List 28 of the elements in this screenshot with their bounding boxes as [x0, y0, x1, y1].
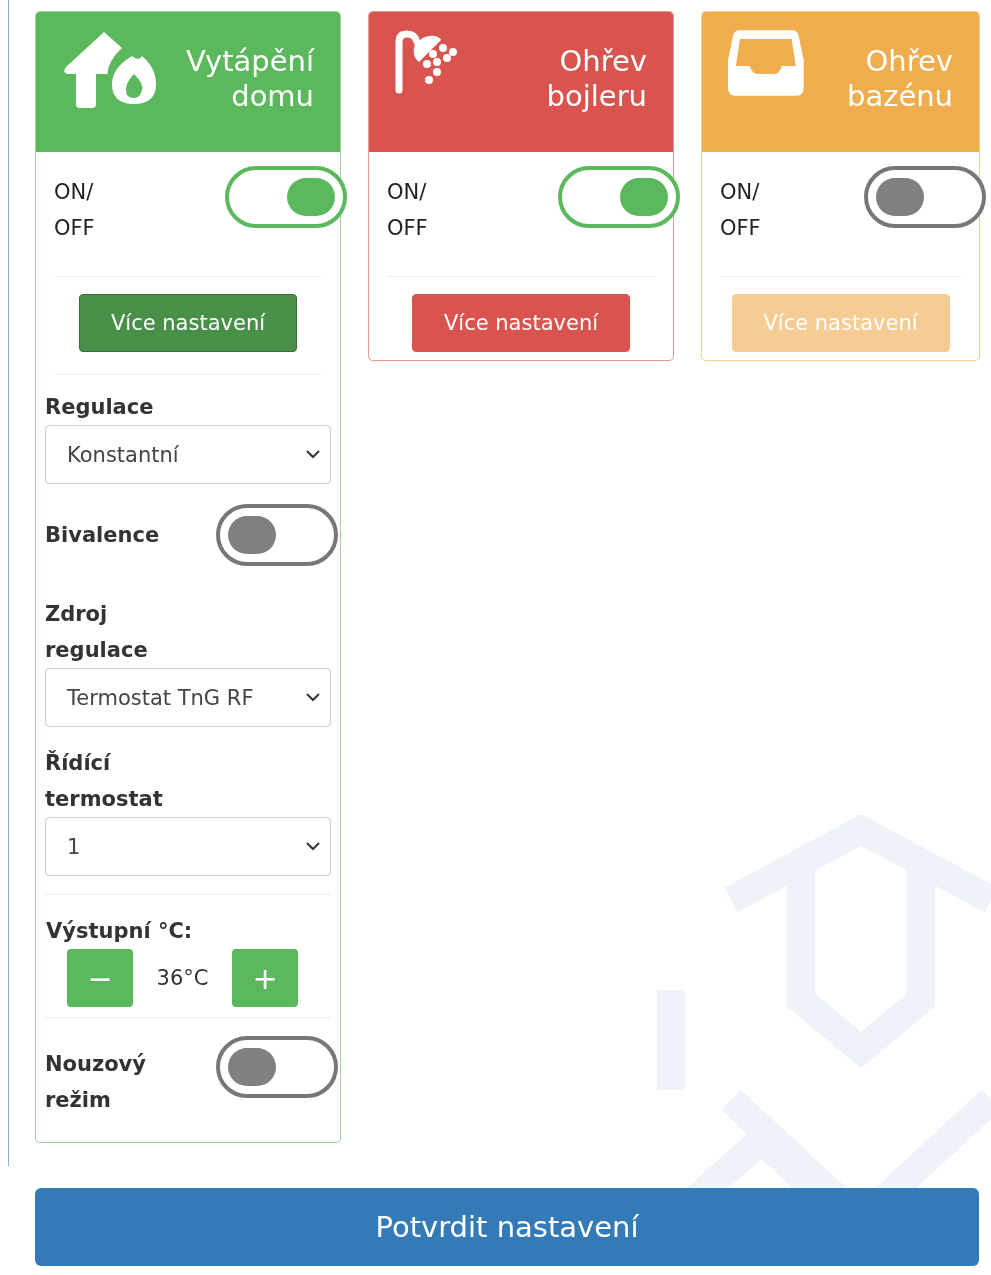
field-label: Řídící termostat [45, 749, 164, 813]
field-label: Bivalence [45, 522, 161, 549]
field-label: Výstupní °C: [46, 918, 194, 945]
select-field[interactable]: Termostat TnG RF [45, 668, 331, 727]
chevron-down-icon [306, 450, 320, 459]
more-settings-button[interactable]: Více nastavení [412, 294, 630, 352]
toggle-switch[interactable] [216, 1036, 338, 1098]
temperature-value: 36°C [156, 966, 209, 990]
card-title: Ohřev bazénu [846, 44, 953, 114]
increase-button[interactable]: + [232, 949, 298, 1007]
card-title: Vytápění domu [184, 44, 314, 114]
confirm-button[interactable]: Potvrdit nastavení [35, 1188, 979, 1266]
more-settings-button[interactable]: Více nastavení [79, 294, 297, 352]
select-field[interactable]: Konstantní [45, 425, 331, 484]
house-flame-icon [62, 30, 158, 110]
power-label: ON/ OFF [54, 179, 96, 242]
chevron-down-icon [306, 842, 320, 851]
power-label: ON/ OFF [720, 179, 762, 242]
field-label: Nouzový režim [45, 1051, 147, 1114]
field-label: Regulace [45, 394, 155, 421]
tray-icon [728, 30, 804, 96]
decrease-button[interactable]: − [67, 949, 133, 1007]
field-label: Zdroj regulace [45, 601, 149, 664]
chevron-down-icon [306, 693, 320, 702]
card-title: Ohřev bojleru [545, 44, 647, 114]
power-label: ON/ OFF [387, 179, 429, 242]
select-field[interactable]: 1 [45, 817, 331, 876]
toggle-switch[interactable] [216, 504, 338, 566]
